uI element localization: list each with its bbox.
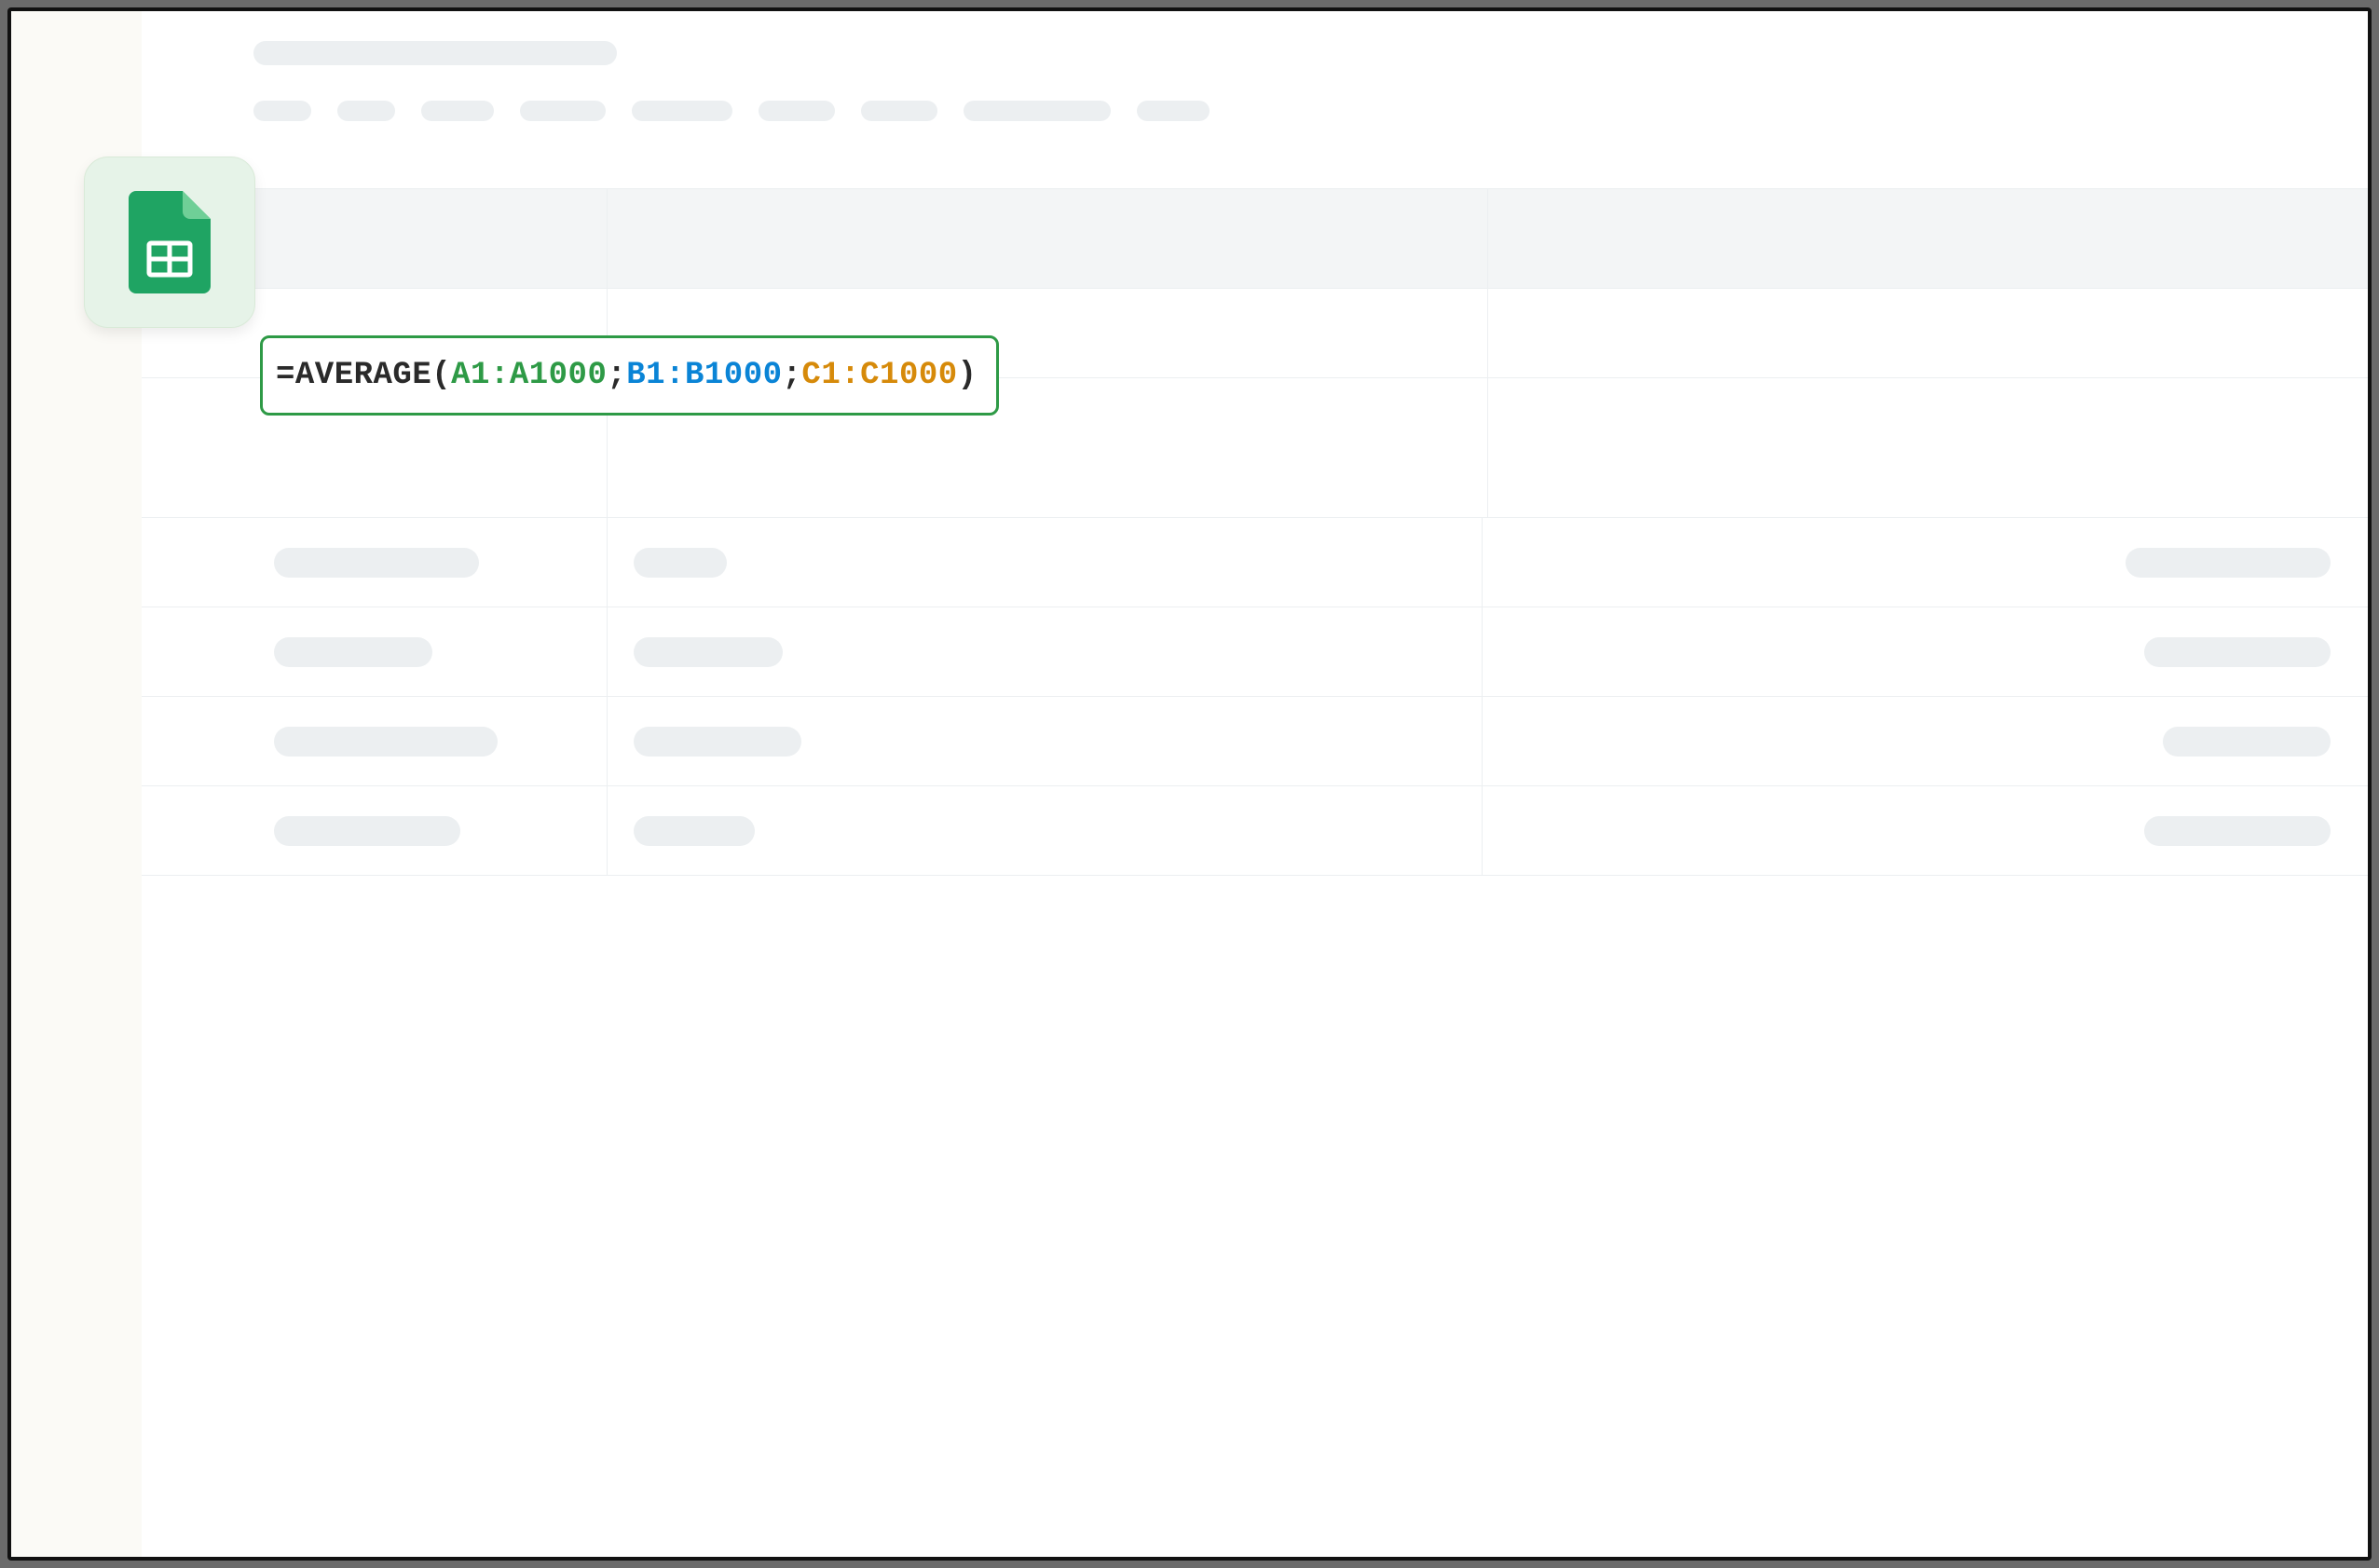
cell[interactable] (142, 697, 608, 785)
cell[interactable] (608, 786, 1483, 875)
menu-placeholder (337, 101, 395, 121)
menu-placeholder (421, 101, 494, 121)
app-frame: =AVERAGE(A1:A1000; B1:B1000; C1:C1000) (7, 7, 2372, 1561)
table-row (142, 607, 2368, 697)
formula-range-b: B1:B1000 (626, 358, 782, 393)
menu-placeholder (253, 101, 311, 121)
cell-placeholder (634, 816, 755, 846)
cell[interactable] (1488, 289, 2368, 377)
cell-placeholder (2144, 816, 2331, 846)
cell[interactable] (1483, 518, 2368, 607)
cell[interactable] (608, 518, 1483, 607)
sheets-icon-card (84, 157, 255, 328)
table-row (142, 786, 2368, 876)
cell[interactable] (142, 786, 608, 875)
formula-sep: ; (607, 358, 626, 393)
formula-sep: ; (783, 358, 802, 393)
title-placeholder (253, 41, 617, 65)
menu-row (253, 101, 2368, 121)
cell[interactable] (608, 607, 1483, 696)
cell-placeholder (274, 816, 460, 846)
menu-placeholder (964, 101, 1111, 121)
formula-range-a: A1:A1000 (451, 358, 607, 393)
cell-placeholder (2144, 637, 2331, 667)
cell-placeholder (274, 727, 498, 757)
menu-placeholder (520, 101, 606, 121)
table-row (142, 518, 2368, 607)
formula-cell[interactable]: =AVERAGE(A1:A1000; B1:B1000; C1:C1000) (260, 335, 999, 416)
table-row (142, 697, 2368, 786)
toolbar (142, 11, 2368, 121)
main-area: =AVERAGE(A1:A1000; B1:B1000; C1:C1000) (142, 11, 2368, 1557)
cell[interactable] (1483, 697, 2368, 785)
menu-placeholder (1137, 101, 1210, 121)
cell[interactable] (1483, 607, 2368, 696)
cell-placeholder (2163, 727, 2331, 757)
cell-placeholder (634, 727, 801, 757)
cell-placeholder (2126, 548, 2331, 578)
menu-placeholder (759, 101, 835, 121)
cell-placeholder (634, 548, 727, 578)
column-header[interactable] (1488, 189, 2368, 288)
cell[interactable] (1488, 378, 2368, 517)
cell[interactable] (608, 697, 1483, 785)
cell[interactable] (142, 607, 608, 696)
column-header[interactable] (608, 189, 1488, 288)
formula-prefix: =AVERAGE( (276, 358, 451, 393)
google-sheets-icon (129, 191, 211, 293)
cell-placeholder (634, 637, 783, 667)
formula-suffix: ) (958, 358, 978, 393)
column-header-row (142, 188, 2368, 289)
menu-placeholder (861, 101, 937, 121)
menu-placeholder (632, 101, 732, 121)
cell-placeholder (274, 548, 479, 578)
formula-range-c: C1:C1000 (801, 358, 957, 393)
cell[interactable] (1483, 786, 2368, 875)
cell[interactable] (142, 518, 608, 607)
cell-placeholder (274, 637, 432, 667)
spreadsheet-grid: =AVERAGE(A1:A1000; B1:B1000; C1:C1000) (142, 188, 2368, 1557)
